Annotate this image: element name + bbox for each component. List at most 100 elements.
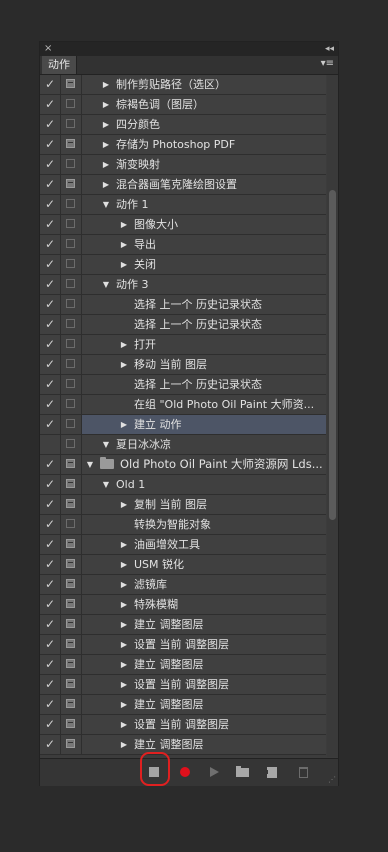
action-row[interactable]: ✓ ▶ 建立 调整图层 [40,735,326,755]
toggle-dialog-checkbox[interactable] [61,215,82,234]
action-name-cell[interactable]: ▶ 制作剪贴路径（选区） [82,75,326,94]
action-name-cell[interactable]: ▼ 夏日冰冰凉 [82,435,326,454]
action-name-cell[interactable]: 在组 "Old Photo Oil Paint 大师资... [82,395,326,414]
action-row[interactable]: ✓ 转换为智能对象 [40,515,326,535]
action-name-cell[interactable]: 转换为智能对象 [82,515,326,534]
action-name-cell[interactable]: ▶ 导出 [82,235,326,254]
toggle-item-checkbox[interactable]: ✓ [40,635,61,654]
action-row[interactable]: ✓ 选择 上一个 历史记录状态 [40,315,326,335]
action-name-cell[interactable]: ▶ 油画增效工具 [82,535,326,554]
action-name-cell[interactable]: ▶ 打开 [82,335,326,354]
action-row[interactable]: ✓ ▶ 设置 当前 调整图层 [40,715,326,735]
action-row[interactable]: ✓ ▶ 打开 [40,335,326,355]
action-row[interactable]: ✓ ▼ 动作 3 [40,275,326,295]
toggle-item-checkbox[interactable]: ✓ [40,75,61,94]
toggle-item-checkbox[interactable]: ✓ [40,255,61,274]
play-button[interactable] [203,759,227,786]
action-row[interactable]: ✓ ▶ 移动 当前 图层 [40,355,326,375]
toggle-item-checkbox[interactable]: ✓ [40,335,61,354]
toggle-item-checkbox[interactable]: ✓ [40,495,61,514]
collapse-triangle-icon[interactable]: ▶ [118,615,130,634]
toggle-item-checkbox[interactable]: ✓ [40,575,61,594]
record-button[interactable] [174,759,198,786]
toggle-item-checkbox[interactable]: ✓ [40,175,61,194]
toggle-dialog-checkbox[interactable] [61,595,82,614]
toggle-item-checkbox[interactable]: ✓ [40,295,61,314]
collapse-triangle-icon[interactable]: ▶ [118,575,130,594]
collapse-triangle-icon[interactable]: ▶ [118,595,130,614]
action-name-cell[interactable]: 选择 上一个 历史记录状态 [82,375,326,394]
toggle-item-checkbox[interactable]: ✓ [40,715,61,734]
action-row[interactable]: ✓ ▶ 棕褐色调（图层） [40,95,326,115]
toggle-dialog-checkbox[interactable] [61,515,82,534]
action-name-cell[interactable]: ▶ USM 锐化 [82,555,326,574]
toggle-dialog-checkbox[interactable] [61,575,82,594]
toggle-item-checkbox[interactable]: ✓ [40,235,61,254]
action-name-cell[interactable]: ▶ 建立 调整图层 [82,615,326,634]
collapse-triangle-icon[interactable]: ▶ [118,655,130,674]
toggle-dialog-checkbox[interactable] [61,695,82,714]
action-name-cell[interactable]: ▶ 建立 调整图层 [82,695,326,714]
toggle-dialog-checkbox[interactable] [61,155,82,174]
toggle-dialog-checkbox[interactable] [61,355,82,374]
action-row[interactable]: ✓ ▶ 建立 调整图层 [40,615,326,635]
expand-triangle-icon[interactable]: ▼ [100,435,112,454]
action-name-cell[interactable]: ▼ Old Photo Oil Paint 大师资源网 Lds... [82,455,326,474]
action-name-cell[interactable]: ▶ 建立 调整图层 [82,735,326,754]
action-row[interactable]: ✓ ▶ 建立 调整图层 [40,655,326,675]
toggle-dialog-checkbox[interactable] [61,235,82,254]
action-name-cell[interactable]: ▶ 特殊模糊 [82,595,326,614]
collapse-triangle-icon[interactable]: ▶ [118,415,130,434]
collapse-icon[interactable]: ◂◂ [325,42,334,56]
collapse-triangle-icon[interactable]: ▶ [118,235,130,254]
toggle-item-checkbox[interactable]: ✓ [40,355,61,374]
action-name-cell[interactable]: ▶ 设置 当前 调整图层 [82,715,326,734]
collapse-triangle-icon[interactable]: ▶ [100,175,112,194]
scrollbar[interactable] [327,75,338,757]
tab-actions[interactable]: 动作 [42,56,77,74]
action-row[interactable]: ✓ ▶ USM 锐化 [40,555,326,575]
panel-menu-icon[interactable]: ▾≡ [321,58,334,69]
action-row[interactable]: ✓ ▶ 导出 [40,235,326,255]
toggle-dialog-checkbox[interactable] [61,475,82,494]
toggle-dialog-checkbox[interactable] [61,115,82,134]
toggle-dialog-checkbox[interactable] [61,635,82,654]
action-name-cell[interactable]: ▶ 建立 调整图层 [82,655,326,674]
toggle-item-checkbox[interactable]: ✓ [40,395,61,414]
collapse-triangle-icon[interactable]: ▶ [118,355,130,374]
toggle-dialog-checkbox[interactable] [61,555,82,574]
action-row[interactable]: ✓ ▶ 建立 调整图层 [40,695,326,715]
action-row[interactable]: ✓ ▶ 四分颜色 [40,115,326,135]
toggle-dialog-checkbox[interactable] [61,255,82,274]
toggle-dialog-checkbox[interactable] [61,415,82,434]
new-action-button[interactable] [262,759,286,786]
toggle-item-checkbox[interactable]: ✓ [40,195,61,214]
action-name-cell[interactable]: ▶ 渐变映射 [82,155,326,174]
action-name-cell[interactable]: ▶ 建立 动作 [82,415,326,434]
toggle-dialog-checkbox[interactable] [61,135,82,154]
scrollbar-thumb[interactable] [329,190,336,520]
expand-triangle-icon[interactable]: ▼ [100,195,112,214]
action-row[interactable]: ✓ ▶ 关闭 [40,255,326,275]
collapse-triangle-icon[interactable]: ▶ [118,495,130,514]
toggle-item-checkbox[interactable]: ✓ [40,595,61,614]
action-row[interactable]: ✓ 选择 上一个 历史记录状态 [40,375,326,395]
action-row[interactable]: ✓ ▼ 动作 1 [40,195,326,215]
action-name-cell[interactable]: ▶ 图像大小 [82,215,326,234]
collapse-triangle-icon[interactable]: ▶ [118,735,130,754]
toggle-dialog-checkbox[interactable] [61,275,82,294]
toggle-item-checkbox[interactable]: ✓ [40,735,61,754]
collapse-triangle-icon[interactable]: ▶ [118,535,130,554]
action-name-cell[interactable]: 选择 上一个 历史记录状态 [82,315,326,334]
toggle-dialog-checkbox[interactable] [61,535,82,554]
action-name-cell[interactable]: ▶ 四分颜色 [82,115,326,134]
action-name-cell[interactable]: ▶ 移动 当前 图层 [82,355,326,374]
action-row[interactable]: ✓ ▶ 存储为 Photoshop PDF [40,135,326,155]
action-name-cell[interactable]: ▼ 动作 3 [82,275,326,294]
expand-triangle-icon[interactable]: ▼ [100,275,112,294]
toggle-item-checkbox[interactable]: ✓ [40,555,61,574]
toggle-dialog-checkbox[interactable] [61,195,82,214]
action-name-cell[interactable]: ▶ 滤镜库 [82,575,326,594]
expand-triangle-icon[interactable]: ▼ [100,475,112,494]
action-row[interactable]: ▼ 夏日冰冰凉 [40,435,326,455]
